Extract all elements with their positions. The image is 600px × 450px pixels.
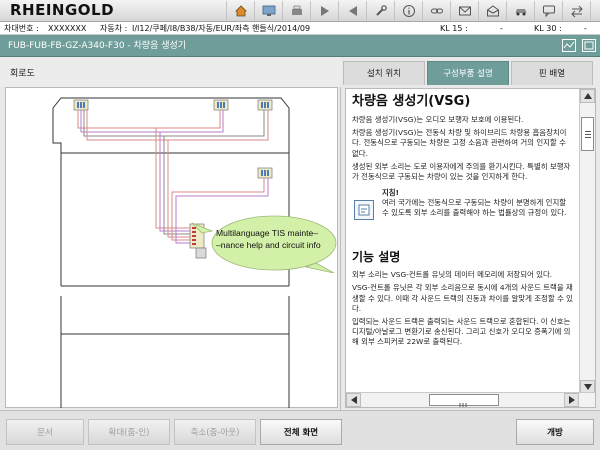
scroll-up-arrow-icon[interactable] — [580, 89, 595, 103]
tab-pin-assignment[interactable]: 핀 배열 — [511, 61, 593, 85]
note-text: 여러 국가에는 전동식으로 구동되는 차량이 분명하게 인지할 수 있도록 외부… — [382, 198, 567, 218]
vehicle-info-bar: 차대번호 : XXXXXXX 자동차 : I/I12/쿠페/I8/B38/자동/… — [0, 22, 600, 35]
home-icon[interactable] — [226, 1, 254, 21]
doc-paragraph: 입력되는 사운드 트랙은 출력되는 사운드 트랙으로 혼합된다. 이 신호는 디… — [352, 317, 571, 347]
vin-value: XXXXXXX — [48, 24, 87, 33]
info-icon[interactable] — [394, 1, 422, 21]
document-content: 차량음 생성기(VSG) 차량음 생성기(VSG)는 오디오 보행자 보호에 이… — [352, 93, 574, 351]
network-icon[interactable] — [254, 1, 282, 21]
chat-icon[interactable] — [534, 1, 562, 21]
model-value: I/I12/쿠페/I8/B38/자동/EUR/좌측 핸들식/2014/09 — [132, 24, 311, 33]
signal-icon[interactable] — [562, 39, 576, 52]
vertical-scrollbar[interactable] — [579, 89, 595, 394]
scroll-thumb[interactable] — [581, 117, 594, 151]
bottom-action-bar: 문서 확대(줌-인) 축소(줌-아웃) 전체 화면 개방 — [0, 410, 600, 450]
arrows-icon[interactable] — [562, 1, 590, 21]
print-icon[interactable] — [282, 1, 310, 21]
model-label: 자동차 : — [100, 24, 128, 33]
horizontal-scrollbar[interactable] — [346, 392, 595, 407]
note-title: 지침! — [382, 188, 399, 198]
window-restore-icon[interactable] — [582, 39, 596, 52]
doc-heading-function: 기능 설명 — [352, 250, 401, 265]
link-icon[interactable] — [422, 1, 450, 21]
document-tabs: 설치 위치 구성부품 설명 핀 배열 — [341, 61, 600, 85]
document-viewer: 차량음 생성기(VSG) 차량음 생성기(VSG)는 오디오 보행자 보호에 이… — [345, 88, 596, 408]
back-icon[interactable] — [338, 1, 366, 21]
tab-component-description[interactable]: 구성부품 설명 — [427, 61, 509, 85]
zoom-out-button[interactable]: 축소(줌-아웃) — [174, 419, 256, 445]
kl30-label: KL 30 : — [534, 24, 562, 33]
doc-paragraph: 차량음 생성기(VSG)는 전동식 차량 및 하이브리드 차량용 흡음장치이다.… — [352, 128, 567, 158]
app-header: RHEINGOLD ? — [0, 0, 600, 22]
scroll-right-arrow-icon[interactable] — [564, 393, 579, 407]
help-icon[interactable]: ? — [590, 1, 600, 21]
page-titlebar: FUB-FUB-FB-GZ-A340-F30 - 차량음 생성기 — [0, 35, 600, 57]
doc-note: 지침! 여러 국가에는 전동식으로 구동되는 차량이 분명하게 인지할 수 있도… — [352, 188, 574, 240]
circuit-diagram-tab[interactable]: 회로도 — [0, 57, 341, 87]
mail-icon[interactable] — [450, 1, 478, 21]
mail-open-icon[interactable] — [478, 1, 506, 21]
doc-paragraph: 외부 소리는 VSG-컨트롤 유닛의 데이터 메모리에 저장되어 있다. — [352, 270, 553, 280]
annotation-callout: Multilanguage TIS mainte– –nance help an… — [188, 213, 338, 274]
horizontal-scroll-thumb[interactable] — [429, 394, 499, 407]
tab-installation-location[interactable]: 설치 위치 — [343, 61, 425, 85]
connector-top-right — [257, 99, 273, 111]
callout-text: Multilanguage TIS mainte– –nance help an… — [216, 227, 332, 251]
connector-top-left — [73, 99, 89, 111]
kl30-value: - — [584, 24, 587, 33]
callout-text-content: Multilanguage TIS mainte– –nance help an… — [216, 228, 321, 250]
zoom-in-button[interactable]: 확대(줌-인) — [88, 419, 170, 445]
connector-mid-right — [257, 167, 273, 179]
kl15-value: - — [500, 24, 503, 33]
connector-top-center — [213, 99, 229, 111]
kl15-label: KL 15 : — [440, 24, 468, 33]
forward-icon[interactable] — [310, 1, 338, 21]
page-title: FUB-FUB-FB-GZ-A340-F30 - 차량음 생성기 — [8, 41, 187, 51]
doc-paragraph: 생성된 외부 소리는 도로 이용자에게 주의를 환기시킨다. 특별히 보행자가 … — [352, 161, 571, 182]
car-icon[interactable] — [506, 1, 534, 21]
vin-label: 차대번호 : — [4, 24, 39, 33]
app-window: RHEINGOLD ? 차대번호 : XXXXXXX 자동차 : I/I12/쿠… — [0, 0, 600, 450]
scroll-left-arrow-icon[interactable] — [346, 393, 361, 407]
doc-paragraph: VSG-컨트롤 유닛은 각 외부 소리음으로 동시에 4개의 사운드 트랙을 재… — [352, 283, 573, 313]
doc-heading-vsg: 차량음 생성기(VSG) — [352, 94, 471, 109]
doc-paragraph: 차량음 생성기(VSG)는 오디오 보행자 보호에 이용된다. — [352, 115, 524, 124]
toolbar: ? — [226, 1, 600, 21]
document-panel: 설치 위치 구성부품 설명 핀 배열 차량음 생성기(VSG) 차량음 생성기(… — [341, 57, 600, 410]
document-button[interactable]: 문서 — [6, 419, 84, 445]
open-button[interactable]: 개방 — [516, 419, 594, 445]
wrench-icon[interactable] — [366, 1, 394, 21]
note-icon — [354, 200, 374, 221]
fullscreen-button[interactable]: 전체 화면 — [260, 419, 342, 445]
circuit-diagram-tab-label: 회로도 — [10, 69, 35, 79]
brand-logo: RHEINGOLD — [10, 1, 115, 19]
